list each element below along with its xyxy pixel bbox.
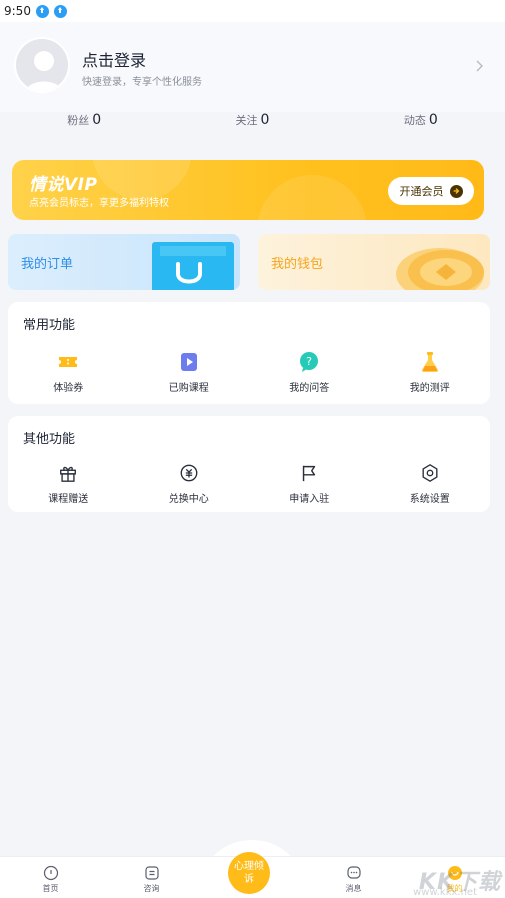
stat-label: 关注	[235, 114, 258, 127]
system-settings-item[interactable]: 系统设置	[370, 462, 491, 505]
trial-ticket-label: 体验券	[53, 383, 84, 394]
svg-text:?: ?	[306, 355, 312, 368]
course-gift-item[interactable]: 课程赠送	[8, 462, 129, 505]
login-title[interactable]: 点击登录	[82, 47, 146, 71]
stat-value: 0	[260, 112, 270, 128]
my-assessment-item[interactable]: 我的测评	[370, 351, 491, 394]
tab-home-label: 首页	[42, 884, 59, 893]
tab-consult[interactable]: 咨询	[101, 857, 202, 898]
open-membership-button[interactable]: 开通会员	[388, 177, 474, 205]
other-functions-panel: 其他功能 课程赠送 兑换中心 申请入驻 系统设置	[8, 416, 490, 512]
common-functions-panel: 常用功能 体验券 已购课程 ? 我的问答 我的测评	[8, 302, 490, 404]
vip-title: 情说VIP	[29, 175, 98, 195]
vip-subtitle: 点亮会员标志，享更多福利特权	[29, 198, 169, 209]
settings-icon	[419, 462, 441, 484]
login-subtitle: 快速登录，专享个性化服务	[82, 77, 202, 88]
stat-fans[interactable]: 粉丝 0	[0, 112, 168, 142]
stat-label: 动态	[403, 114, 426, 127]
chevron-right-icon[interactable]	[475, 59, 485, 73]
notification-icon	[53, 4, 67, 18]
status-time: 9:50	[4, 4, 31, 18]
other-functions-title: 其他功能	[23, 432, 76, 447]
shopping-bag-icon	[152, 242, 234, 290]
stat-label: 粉丝	[67, 114, 90, 127]
profile-header[interactable]: 点击登录 快速登录，专享个性化服务	[0, 22, 505, 112]
exchange-icon	[178, 462, 200, 484]
common-functions-grid: 体验券 已购课程 ? 我的问答 我的测评	[8, 351, 490, 394]
consult-icon	[144, 866, 159, 880]
tab-consult-label: 咨询	[143, 884, 160, 893]
apply-join-item[interactable]: 申请入驻	[249, 462, 370, 505]
purchased-courses-item[interactable]: 已购课程	[129, 351, 250, 394]
watermark-url: www.kkx.net	[413, 887, 477, 898]
open-membership-label: 开通会员	[399, 185, 444, 198]
flag-icon	[298, 462, 320, 484]
system-settings-label: 系统设置	[409, 494, 450, 505]
flask-icon	[419, 351, 441, 373]
play-icon	[178, 351, 200, 373]
home-icon	[43, 865, 58, 881]
stat-value: 0	[92, 112, 102, 128]
tab-home[interactable]: 首页	[0, 857, 101, 898]
my-orders-card[interactable]: 我的订单	[8, 234, 240, 290]
exchange-center-item[interactable]: 兑换中心	[129, 462, 250, 505]
vip-banner[interactable]: 情说VIP 点亮会员标志，享更多福利特权 开通会员	[12, 160, 484, 220]
question-bubble-icon: ?	[298, 351, 320, 373]
trial-ticket-item[interactable]: 体验券	[8, 351, 129, 394]
apply-join-label: 申请入驻	[289, 494, 330, 505]
status-bar: 9:50	[0, 0, 505, 22]
ticket-icon	[57, 351, 79, 373]
psychological-talk-button[interactable]: 心理倾诉	[228, 852, 270, 894]
tab-messages[interactable]: 消息	[303, 857, 404, 898]
my-qa-label: 我的问答	[289, 383, 330, 394]
avatar[interactable]	[14, 37, 70, 93]
arrow-right-icon	[449, 184, 463, 198]
tab-messages-label: 消息	[345, 884, 362, 893]
gift-icon	[57, 462, 79, 484]
my-wallet-card[interactable]: 我的钱包	[258, 234, 490, 290]
my-orders-label: 我的订单	[21, 257, 74, 272]
stats-row: 粉丝 0 关注 0 动态 0	[0, 112, 505, 142]
notification-icon	[35, 4, 49, 18]
exchange-center-label: 兑换中心	[168, 494, 209, 505]
message-icon	[346, 866, 361, 879]
my-qa-item[interactable]: ? 我的问答	[249, 351, 370, 394]
my-wallet-label: 我的钱包	[271, 257, 324, 272]
stat-posts[interactable]: 动态 0	[337, 112, 505, 142]
other-functions-grid: 课程赠送 兑换中心 申请入驻 系统设置	[8, 462, 490, 505]
my-assessment-label: 我的测评	[409, 383, 450, 394]
course-gift-label: 课程赠送	[48, 494, 89, 505]
purchased-courses-label: 已购课程	[168, 383, 209, 394]
coin-icon	[396, 248, 484, 290]
stat-value: 0	[428, 112, 438, 128]
common-functions-title: 常用功能	[23, 318, 76, 333]
stat-following[interactable]: 关注 0	[168, 112, 336, 142]
